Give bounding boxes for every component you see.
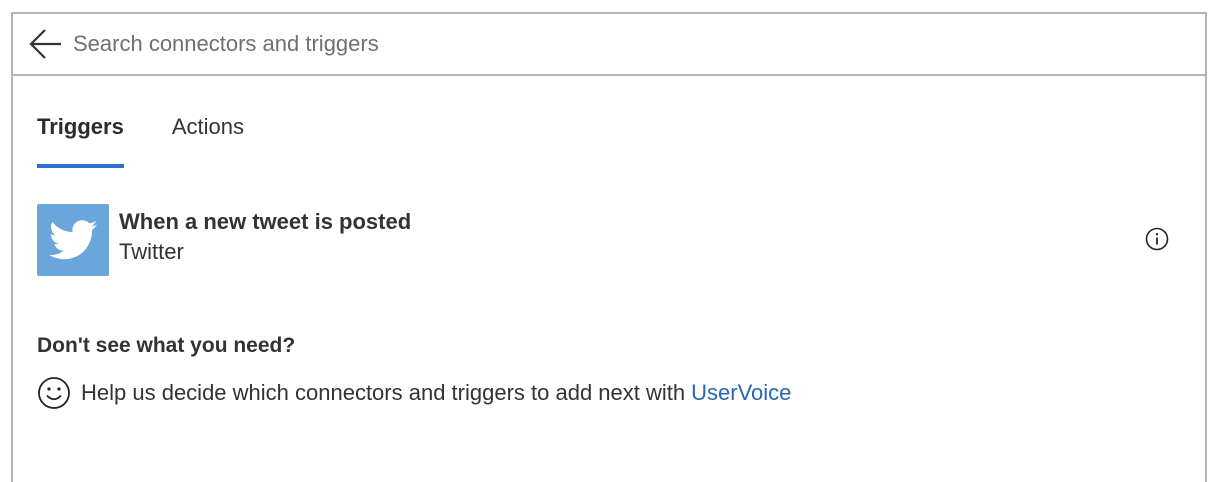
info-button[interactable] <box>1144 226 1170 252</box>
tab-triggers[interactable]: Triggers <box>37 114 124 168</box>
search-bar <box>13 14 1205 76</box>
smiley-icon <box>38 377 70 409</box>
help-heading: Don't see what you need? <box>37 334 296 357</box>
back-button[interactable] <box>21 14 71 74</box>
trigger-connector-name: Twitter <box>119 239 184 264</box>
uservoice-link[interactable]: UserVoice <box>691 380 791 406</box>
connector-picker-panel: Triggers Actions When a new tweet is pos… <box>11 12 1207 482</box>
back-arrow-icon <box>29 29 61 59</box>
trigger-title: When a new tweet is posted <box>119 209 412 234</box>
trigger-item[interactable]: When a new tweet is posted Twitter <box>37 204 1181 278</box>
help-row: Help us decide which connectors and trig… <box>37 376 791 410</box>
tab-bar: Triggers Actions <box>37 114 292 168</box>
twitter-bird-icon <box>49 220 97 260</box>
tab-actions[interactable]: Actions <box>172 114 244 168</box>
connector-tile <box>37 204 109 276</box>
search-input[interactable] <box>73 24 1205 64</box>
help-text: Help us decide which connectors and trig… <box>81 380 686 405</box>
info-icon <box>1145 227 1169 251</box>
trigger-text: When a new tweet is posted Twitter <box>119 204 411 268</box>
